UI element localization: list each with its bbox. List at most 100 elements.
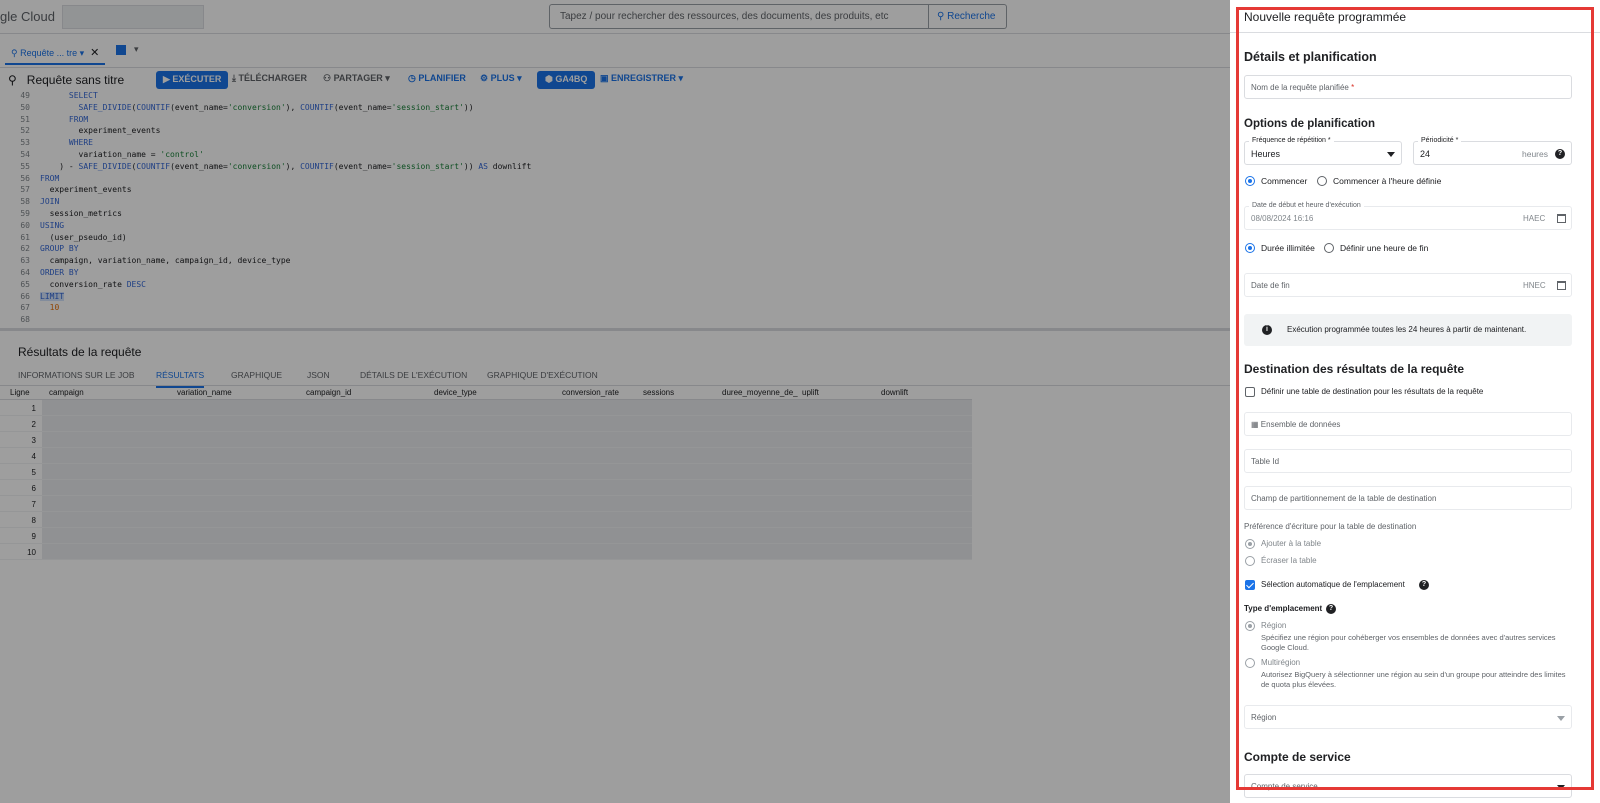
region-select: Région [1244,705,1572,729]
help-icon[interactable]: ? [1419,580,1429,590]
code-line[interactable]: 60 USING [0,220,1230,232]
table-row[interactable]: 8 [0,512,972,528]
code-token: 'control' [160,149,204,159]
auto-location-checkbox[interactable] [1245,580,1255,590]
column-header[interactable]: sessions [643,388,674,397]
start-at-radio[interactable] [1317,176,1327,186]
code-line[interactable]: 68 [0,314,1230,326]
code-token: 'session_start' [391,161,464,171]
code-token: ) - [40,161,79,171]
table-row[interactable]: 4 [0,448,972,464]
column-header[interactable]: device_type [434,388,477,397]
add-tab-icon[interactable] [116,45,126,55]
code-line[interactable]: 65 conversion_rate DESC [0,279,1230,291]
dataset-icon: ▦ [1251,420,1261,429]
column-header[interactable]: Ligne [10,388,30,397]
table-row[interactable]: 2 [0,416,972,432]
save-button[interactable]: ▣ ENREGISTRER ▾ [600,73,683,84]
results-tab[interactable]: DÉTAILS DE L'EXÉCUTION [360,370,467,380]
column-header[interactable]: campaign_id [306,388,351,397]
code-line[interactable]: 58 JOIN [0,196,1230,208]
table-row[interactable]: 9 [0,528,972,544]
code-line[interactable]: 63 campaign, variation_name, campaign_id… [0,255,1230,267]
query-name-placeholder: Nom de la requête planifiée * [1251,83,1354,92]
code-line[interactable]: 62 GROUP BY [0,243,1230,255]
unlimited-radio[interactable] [1245,243,1255,253]
help-icon[interactable]: ? [1555,149,1565,159]
search-input[interactable]: Tapez / pour rechercher des ressources, … [549,4,929,29]
table-row[interactable]: 7 [0,496,972,512]
query-name-input[interactable]: Nom de la requête planifiée * [1244,75,1572,99]
info-icon: i [1262,325,1272,335]
append-radio[interactable] [1245,539,1255,549]
code-token: GROUP BY [40,244,79,254]
schedule-button[interactable]: ◷ PLANIFIER [408,73,466,84]
end-date-label: Date de fin [1251,281,1290,290]
results-tab[interactable]: JSON [307,370,330,380]
column-header[interactable]: uplift [802,388,819,397]
table-row[interactable]: 3 [0,432,972,448]
results-tab[interactable]: GRAPHIQUE [231,370,282,380]
results-tab[interactable]: INFORMATIONS SUR LE JOB [18,370,135,380]
code-line[interactable]: 52 experiment_events [0,125,1230,137]
periodicity-label: Périodicité * [1418,137,1462,144]
table-row[interactable]: 10 [0,544,972,560]
code-line[interactable]: 61 (user_pseudo_id) [0,232,1230,244]
ga4bq-button[interactable]: ⬢ GA4BQ [537,71,596,89]
results-tabs: INFORMATIONS SUR LE JOB RÉSULTATS GRAPHIQU… [0,364,1230,388]
column-header[interactable]: campaign [49,388,84,397]
code-line[interactable]: 59 session_metrics [0,208,1230,220]
code-line[interactable]: 57 experiment_events [0,184,1230,196]
start-now-label: Commencer [1261,176,1308,186]
sql-editor[interactable]: 49 SELECT 50 SAFE_DIVIDE(COUNTIF(event_na… [0,90,1230,328]
column-header[interactable]: duree_moyenne_de_ [722,388,798,397]
code-line[interactable]: 50 SAFE_DIVIDE(COUNTIF(event_name='conve… [0,102,1230,114]
set-end-radio[interactable] [1324,243,1334,253]
code-line[interactable]: 49 SELECT [0,90,1230,102]
more-button[interactable]: ⚙ PLUS ▾ [480,73,522,84]
column-header[interactable]: conversion_rate [562,388,619,397]
code-line[interactable]: 64 ORDER BY [0,267,1230,279]
table-row[interactable]: 5 [0,464,972,480]
code-line[interactable]: 55 ) - SAFE_DIVIDE(COUNTIF(event_name='c… [0,161,1230,173]
destination-checkbox[interactable] [1245,387,1255,397]
code-token: ), [285,161,301,171]
line-number: 51 [20,114,30,124]
code-token: SAFE_DIVIDE [78,102,132,112]
code-line[interactable]: 51 FROM [0,114,1230,126]
append-label: Ajouter à la table [1261,539,1322,548]
region-radio[interactable] [1245,621,1255,631]
tab-untitled-query[interactable]: ⚲ Requête ... tre ▾ ✕ [5,42,106,65]
overwrite-radio[interactable] [1245,556,1255,566]
download-button[interactable]: ⤓ TÉLÉCHARGER [232,73,307,84]
close-icon[interactable]: ✕ [90,47,99,59]
table-row[interactable]: 1 [0,400,972,416]
column-header[interactable]: downlift [881,388,908,397]
table-row[interactable]: 6 [0,480,972,496]
search-button[interactable]: ⚲ Recherche [929,4,1007,29]
project-selector[interactable] [62,5,204,29]
tab-label: Requête ... tre [20,48,78,58]
periodicity-input[interactable]: Périodicité * 24 heures ? [1413,137,1572,165]
start-now-radio[interactable] [1245,176,1255,186]
multiregion-radio[interactable] [1245,658,1255,668]
run-button[interactable]: ▶ EXÉCUTER [156,71,229,89]
frequency-label: Fréquence de répétition * [1249,137,1334,144]
periodicity-unit: heures [1522,149,1548,159]
code-line[interactable]: 54 variation_name = 'control' [0,149,1230,161]
code-line[interactable]: 66 LIMIT [0,291,1230,303]
code-line[interactable]: 67 10 [0,302,1230,314]
results-tab[interactable]: GRAPHIQUE D'EXÉCUTION [487,370,598,380]
schedule-info-box: i Exécution programmée toutes les 24 heu… [1244,314,1572,346]
code-line[interactable]: 53 WHERE [0,137,1230,149]
help-icon[interactable]: ? [1326,604,1336,614]
column-header[interactable]: variation_name [177,388,232,397]
chevron-down-icon[interactable]: ▾ [134,44,139,55]
line-number: 57 [20,185,30,195]
resize-handle[interactable] [0,328,1230,331]
code-line[interactable]: 56 FROM [0,173,1230,185]
share-button[interactable]: ⚇ PARTAGER ▾ [323,73,390,84]
service-account-select[interactable]: Compte de service [1244,774,1572,798]
frequency-select[interactable]: Fréquence de répétition * Heures [1244,137,1402,165]
code-token: (event_name= [333,161,392,171]
